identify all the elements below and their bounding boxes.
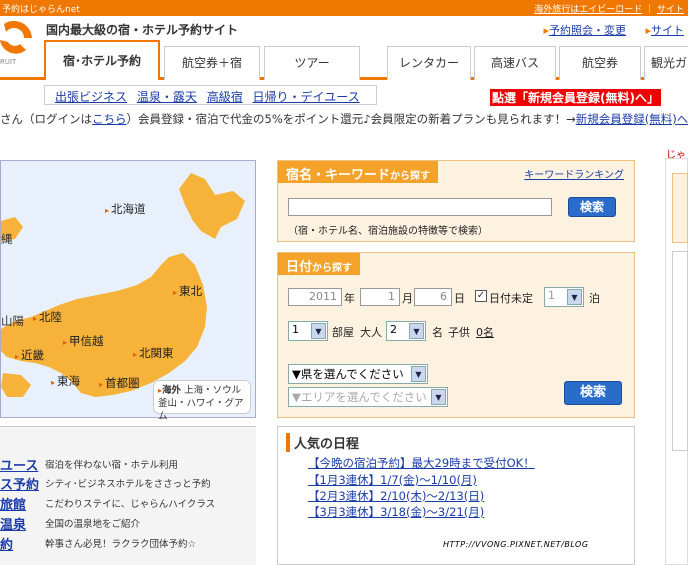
undecided-label: 日付未定 [489, 292, 533, 305]
subnav-onsen[interactable]: 温泉・露天 [137, 90, 197, 104]
site-link[interactable]: サイト [657, 5, 684, 15]
keyword-input[interactable] [288, 198, 552, 216]
region-okinawa-partial[interactable]: 縄 [1, 231, 13, 247]
date-search-panel: 日付から探す 2011 年 1 月 6 日 ✓ 日付未定 1 ▼ 泊 1 ▼ 部屋 … [277, 252, 635, 418]
notice-prefix: さん（ログインは [0, 112, 92, 126]
popular-link-tonight[interactable]: 【今晩の宿泊予約】最大29時まで受付OK！ [308, 455, 535, 471]
subnav-business[interactable]: 出張ビジネス [55, 90, 127, 104]
tab-tour[interactable]: ツアー [264, 46, 360, 80]
keyword-search-button[interactable]: 検索 [568, 197, 616, 217]
list-item[interactable]: ユース 宿泊を伴わない宿・ホテル利用 [0, 455, 256, 475]
tab-air-hotel[interactable]: 航空券＋宿 [164, 46, 260, 80]
keyword-hint: （宿・ホテル名、宿泊施設の特徴等で検索） [288, 226, 488, 237]
adults-unit: 名 [432, 326, 443, 339]
tab-airline[interactable]: 航空券 [559, 46, 641, 80]
rooms-select[interactable]: 1 ▼ [288, 321, 328, 341]
right-column [665, 158, 688, 565]
tab-hotel[interactable]: 宿･ホテル予約 [44, 40, 160, 80]
abroad-link[interactable]: 海外旅行はエイビーロード [534, 5, 642, 15]
adults-select[interactable]: 2 ▼ [386, 321, 426, 341]
list-item[interactable]: 旅館 こだわりステイに、じゃらんハイクラス [0, 494, 256, 514]
site-tagline: 国内最大級の宿・ホテル予約サイト [46, 23, 239, 37]
overseas-title: 海外 [162, 385, 182, 396]
blog-watermark: HTTP://VVONG.PIXNET.NET/BLOG [443, 540, 589, 549]
region-koshinetsu[interactable]: 甲信越 [63, 333, 104, 349]
subnav-dayuse[interactable]: 日帰り・デイユース [253, 90, 360, 104]
login-link[interactable]: こちら [92, 112, 127, 126]
right-panel-fragment [672, 173, 688, 243]
overseas-line-1: 上海・ソウル [184, 385, 242, 396]
sub-navigation: 出張ビジネス 温泉・露天 高級宿 日帰り・デイユース [44, 85, 377, 105]
site-link-2[interactable]: ▸サイト [637, 24, 684, 37]
subnav-luxury[interactable]: 高級宿 [207, 90, 243, 104]
overseas-box[interactable]: ▸海外 上海・ソウル 釜山・ハワイ・グアム [153, 380, 251, 422]
chevron-down-icon: ▼ [311, 323, 326, 339]
tab-rental-car[interactable]: レンタカー [387, 46, 471, 80]
top-bar-links: 海外旅行はエイビーロード ｜ サイト [534, 5, 684, 15]
nights-label: 泊 [589, 292, 600, 305]
child-link[interactable]: 0名 [476, 324, 494, 340]
popular-link-jan[interactable]: 【1月3連休】1/7(金)～1/10(月) [308, 472, 477, 488]
top-bar: 予約はじゃらんnet 海外旅行はエイビーロード ｜ サイト [0, 0, 688, 16]
year-label: 年 [344, 292, 355, 305]
main-tabs: 宿･ホテル予約 航空券＋宿 ツアー レンタカー 高速バス 航空券 観光ガ [0, 40, 688, 80]
date-search-button[interactable]: 検索 [564, 381, 622, 405]
month-input[interactable]: 1 [360, 288, 400, 306]
list-item[interactable]: 約幹事さん必見！ラクラク団体予約☆ [0, 534, 256, 554]
child-label: 子供 [448, 326, 470, 339]
region-kinki[interactable]: 近畿 [15, 347, 44, 363]
year-input[interactable]: 2011 [288, 288, 342, 306]
promo-annotation: 點選「新規会員登録(無料)へ」 [490, 89, 661, 106]
login-notice: さん（ログインはこちら）会員登録・宿泊で代金の5%をポイント還元♪会員限定の新着… [0, 111, 688, 127]
feature-list: ユース 宿泊を伴わない宿・ホテル利用 ス予約 シティ･ビジネスホテルをささっと予約 … [0, 426, 256, 565]
adults-label: 大人 [360, 326, 382, 339]
day-label: 日 [454, 292, 465, 305]
header-links: ▸予約照会・変更 ▸サイト [527, 22, 684, 38]
region-hokkaido[interactable]: 北海道 [105, 201, 146, 217]
keyword-search-panel: 宿名・キーワードから探す キーワードランキング 検索 （宿・ホテル名、宿泊施設の… [277, 160, 635, 242]
region-tokai[interactable]: 東海 [51, 373, 80, 389]
right-list-fragment [672, 251, 688, 451]
register-link[interactable]: 新規会員登録(無料)へ [576, 112, 688, 126]
date-panel-title: 日付から探す [278, 253, 361, 275]
region-kitakanto[interactable]: 北関東 [133, 345, 174, 361]
region-tohoku[interactable]: 東北 [173, 283, 202, 299]
top-bar-left-text: 予約はじゃらんnet [2, 5, 80, 15]
tab-sightseeing[interactable]: 観光ガ [644, 46, 688, 80]
month-label: 月 [402, 292, 413, 305]
day-input[interactable]: 6 [414, 288, 452, 306]
prefecture-select[interactable]: ▼県を選んでください ▼ [288, 364, 428, 384]
rooms-label: 部屋 [332, 326, 354, 339]
chevron-down-icon: ▼ [409, 323, 424, 339]
chevron-down-icon: ▼ [431, 389, 446, 405]
notice-middle: ）会員登録・宿泊で代金の5%をポイント還元♪会員限定の新着プランも見られます！→ [126, 112, 576, 126]
keyword-panel-title: 宿名・キーワードから探す [278, 161, 439, 183]
reservation-check-link[interactable]: ▸予約照会・変更 [535, 24, 626, 37]
region-hokuriku[interactable]: 北陸 [33, 309, 62, 325]
popular-title: 人気の日程 [286, 433, 359, 452]
tab-highway-bus[interactable]: 高速バス [474, 46, 556, 80]
nights-select[interactable]: 1 ▼ [544, 287, 584, 307]
region-shutoken[interactable]: 首都圏 [99, 375, 140, 391]
popular-link-mar[interactable]: 【3月3連休】3/18(金)～3/21(月) [308, 504, 484, 520]
region-sanyo-partial[interactable]: 山陽 [1, 313, 24, 329]
chevron-down-icon: ▼ [567, 289, 582, 305]
popular-link-feb[interactable]: 【2月3連休】2/10(木)～2/13(日) [308, 488, 484, 504]
keyword-ranking-link[interactable]: キーワードランキング [524, 166, 624, 181]
list-item[interactable]: ス予約 シティ･ビジネスホテルをささっと予約 [0, 474, 256, 494]
area-select[interactable]: ▼エリアを選んでください ▼ [288, 387, 448, 407]
chevron-down-icon: ▼ [411, 366, 426, 382]
list-item[interactable]: 温泉 全国の温泉地をご紹介 [0, 514, 256, 534]
undecided-checkbox[interactable]: ✓ [475, 290, 487, 302]
